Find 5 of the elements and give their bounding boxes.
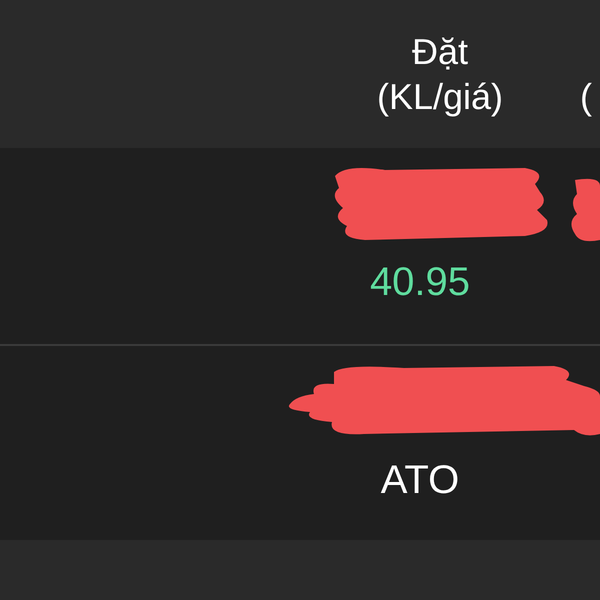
column-header: ( — [580, 75, 592, 119]
column-header: Đặt — [412, 30, 468, 74]
price-cell-text: ATO — [380, 457, 460, 504]
price-cell-text: 40.95 — [370, 259, 470, 306]
column-header: (KL/giá) — [376, 75, 504, 119]
